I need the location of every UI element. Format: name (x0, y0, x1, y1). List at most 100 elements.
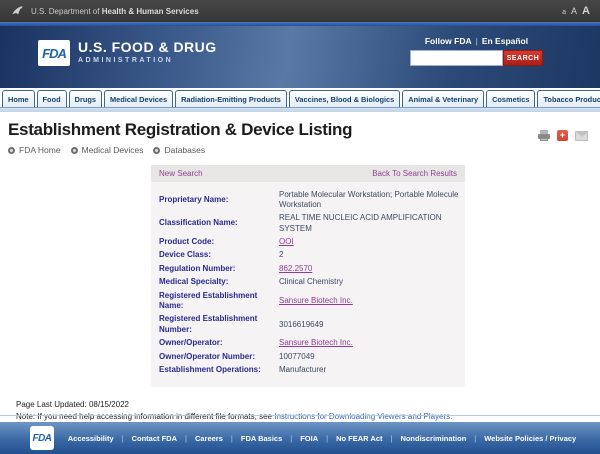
fda-logo-text: FDA (42, 46, 66, 61)
nav-tab[interactable]: Radiation-Emitting Products (175, 90, 287, 107)
font-size-small[interactable]: a (562, 9, 566, 16)
field-label: Regulation Number: (151, 262, 275, 275)
email-icon[interactable] (575, 131, 588, 141)
field-value-link[interactable]: Sansure Biotech Inc. (279, 296, 353, 305)
field-label: Medical Specialty: (151, 276, 275, 289)
device-listing-panel: New Search Back To Search Results Propri… (151, 165, 465, 387)
field-value: Sansure Biotech Inc. (275, 337, 465, 350)
header-link-separator: | (476, 36, 478, 46)
breadcrumb-bullet-icon (8, 147, 15, 154)
table-row: Proprietary Name: Portable Molecular Wor… (151, 188, 465, 212)
footer-bar: FDA AccessibilityContact FDACareersFDA B… (0, 422, 600, 454)
nav-tab[interactable]: Medical Devices (104, 90, 173, 107)
hhs-top-bar: U.S. Department of Health & Human Servic… (0, 0, 600, 22)
footer-link[interactable]: Website Policies / Privacy (484, 434, 576, 443)
en-espanol-link[interactable]: En Español (482, 36, 528, 46)
header-search: SEARCH (410, 50, 543, 66)
nav-tab[interactable]: Drugs (69, 90, 102, 107)
table-row: Classification Name: REAL TIME NUCLEIC A… (151, 212, 465, 236)
nav-tab[interactable]: Food (37, 90, 67, 107)
footer-link[interactable]: No FEAR Act (336, 434, 400, 443)
hhs-dept-name: Health & Human Services (102, 7, 199, 16)
field-value: 3016619649 (275, 313, 465, 337)
font-size-medium[interactable]: A (571, 6, 577, 16)
fda-page: U.S. Department of Health & Human Servic… (0, 0, 600, 454)
field-label: Registered Establishment Name: (151, 289, 275, 313)
footer-divider (0, 415, 600, 416)
field-label: Proprietary Name: (151, 188, 275, 212)
table-row: Regulation Number: 862.2570 (151, 262, 465, 275)
field-value: Sansure Biotech Inc. (275, 289, 465, 313)
main-navigation: HomeFoodDrugsMedical DevicesRadiation-Em… (0, 88, 600, 107)
fda-logo[interactable]: FDA (38, 40, 70, 66)
footer-link[interactable]: FDA Basics (241, 434, 300, 443)
footer-link[interactable]: Contact FDA (132, 434, 195, 443)
fda-wordmark-line2: ADMINISTRATION (78, 57, 217, 64)
footer-fda-logo[interactable]: FDA (30, 426, 54, 450)
table-row: Device Class: 2 (151, 249, 465, 262)
table-row: Owner/Operator Number: 10077049 (151, 350, 465, 363)
field-value: Portable Molecular Workstation; Portable… (275, 188, 465, 212)
field-value-link[interactable]: Sansure Biotech Inc. (279, 338, 353, 347)
breadcrumb-item[interactable]: Databases (153, 145, 205, 155)
share-icon[interactable]: + (557, 130, 568, 141)
field-value-link[interactable]: 862.2570 (279, 264, 312, 273)
breadcrumb-bullet-icon (71, 147, 78, 154)
table-row: Registered Establishment Number: 3016619… (151, 313, 465, 337)
field-label: Product Code: (151, 236, 275, 249)
field-label: Classification Name: (151, 212, 275, 236)
nav-tab[interactable]: Tobacco Products (537, 90, 600, 107)
footer-link[interactable]: Careers (195, 434, 241, 443)
fda-wordmark[interactable]: U.S. FOOD & DRUG ADMINISTRATION (78, 39, 217, 64)
page-title: Establishment Registration & Device List… (8, 120, 352, 140)
fda-wordmark-line1: U.S. FOOD & DRUG (78, 39, 217, 55)
footer-link[interactable]: Accessibility (68, 434, 132, 443)
field-value: 862.2570 (275, 262, 465, 275)
nav-tab[interactable]: Home (2, 90, 35, 107)
hhs-eagle-icon (10, 4, 25, 19)
table-row: Registered Establishment Name: Sansure B… (151, 289, 465, 313)
search-input[interactable] (410, 50, 503, 66)
field-label: Owner/Operator: (151, 337, 275, 350)
fda-banner: FDA U.S. FOOD & DRUG ADMINISTRATION Foll… (0, 26, 600, 88)
main-content: Establishment Registration & Device List… (0, 112, 600, 448)
font-size-large[interactable]: A (582, 5, 590, 17)
follow-fda-link[interactable]: Follow FDA (425, 36, 472, 46)
last-updated: Page Last Updated: 08/15/2022 (16, 399, 584, 411)
nav-tab[interactable]: Cosmetics (486, 90, 535, 107)
new-search-link[interactable]: New Search (159, 169, 203, 178)
hhs-dept-prefix: U.S. Department of (31, 7, 99, 16)
field-value: OOI (275, 236, 465, 249)
nav-tab[interactable]: Animal & Veterinary (402, 90, 484, 107)
device-detail-table: Proprietary Name: Portable Molecular Wor… (151, 188, 465, 377)
search-button[interactable]: SEARCH (503, 50, 543, 66)
back-to-search-results-link[interactable]: Back To Search Results (372, 169, 457, 178)
results-toolbar: New Search Back To Search Results (151, 165, 465, 182)
field-label: Device Class: (151, 249, 275, 262)
viewers-players-link[interactable]: Instructions for Downloading Viewers and… (274, 412, 452, 421)
font-size-controls: a A A (562, 5, 590, 17)
field-label: Registered Establishment Number: (151, 313, 275, 337)
table-row: Medical Specialty: Clinical Chemistry (151, 276, 465, 289)
breadcrumb-bullet-icon (153, 147, 160, 154)
field-value: 10077049 (275, 350, 465, 363)
field-value: REAL TIME NUCLEIC ACID AMPLIFICATION SYS… (275, 212, 465, 236)
header-utility: Follow FDA | En Español SEARCH (410, 36, 543, 66)
footer-links: AccessibilityContact FDACareersFDA Basic… (68, 434, 586, 443)
field-value: Manufacturer (275, 363, 465, 376)
header-links: Follow FDA | En Español (410, 36, 543, 46)
breadcrumb-item[interactable]: FDA Home (8, 145, 61, 155)
nav-tab[interactable]: Vaccines, Blood & Biologics (289, 90, 400, 107)
table-row: Product Code: OOI (151, 236, 465, 249)
footer-link[interactable]: FOIA (300, 434, 336, 443)
hhs-link[interactable]: U.S. Department of Health & Human Servic… (10, 4, 199, 19)
table-row: Establishment Operations: Manufacturer (151, 363, 465, 376)
breadcrumb-item[interactable]: Medical Devices (71, 145, 144, 155)
field-value-link[interactable]: OOI (279, 237, 294, 246)
table-row: Owner/Operator: Sansure Biotech Inc. (151, 337, 465, 350)
print-icon[interactable] (538, 130, 550, 141)
field-label: Owner/Operator Number: (151, 350, 275, 363)
breadcrumb: FDA Home Medical Devices Databases (8, 145, 592, 155)
field-label: Establishment Operations: (151, 363, 275, 376)
footer-link[interactable]: Nondiscrimination (400, 434, 484, 443)
